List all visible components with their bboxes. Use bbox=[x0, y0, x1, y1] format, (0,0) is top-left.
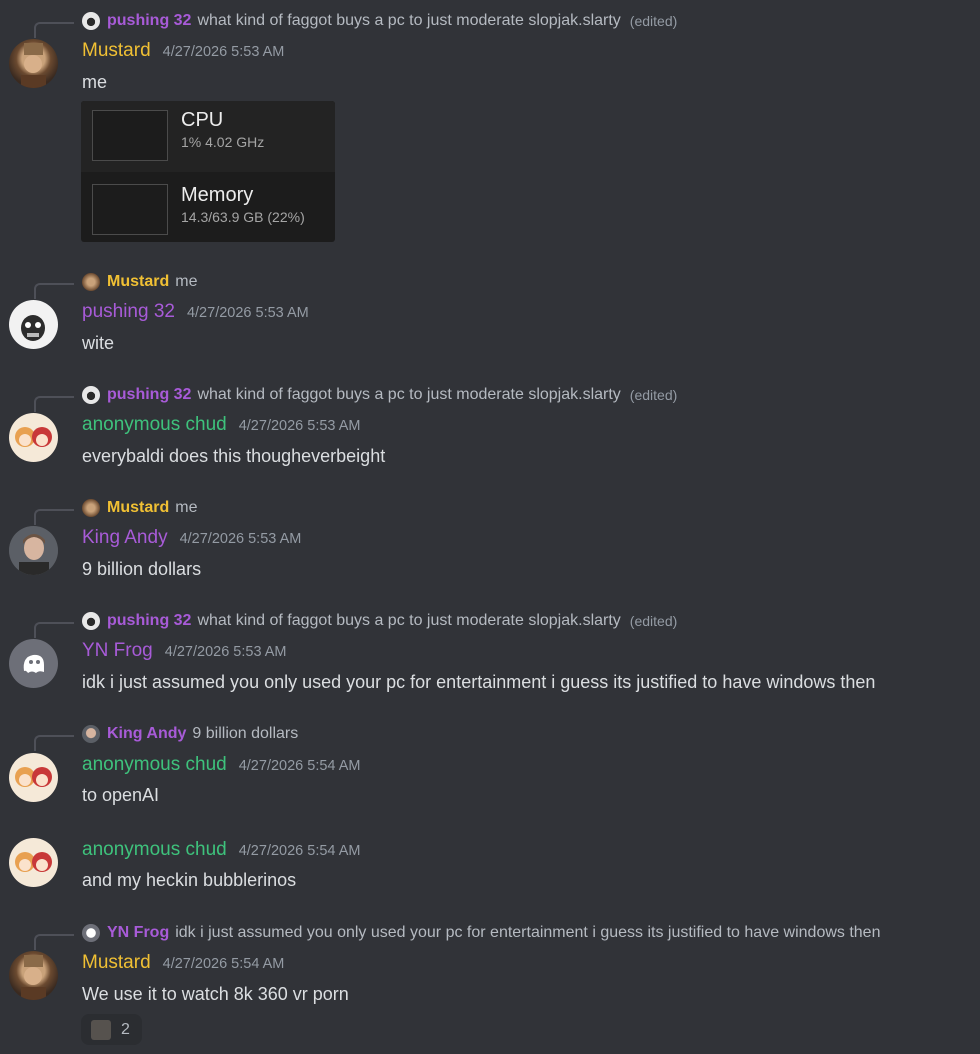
avatar-anonymous-chud[interactable] bbox=[9, 413, 58, 462]
reply-author[interactable]: Mustard bbox=[107, 273, 169, 291]
edited-label: (edited) bbox=[629, 613, 678, 629]
timestamp[interactable]: 4/27/2026 5:54 AM bbox=[163, 956, 285, 972]
reply-preview[interactable]: YN Frog idk i just assumed you only used… bbox=[82, 922, 880, 944]
avatar-anonymous-chud[interactable] bbox=[9, 838, 58, 887]
username[interactable]: pushing 32 bbox=[82, 301, 175, 323]
avatar-anonymous-chud[interactable] bbox=[9, 753, 58, 802]
reaction-button[interactable]: 2 bbox=[81, 1014, 142, 1045]
reply-text: me bbox=[175, 499, 198, 516]
username[interactable]: anonymous chud bbox=[82, 839, 227, 861]
reply-text: what kind of faggot buys a pc to just mo… bbox=[197, 12, 621, 29]
avatar-pushing32[interactable] bbox=[9, 300, 58, 349]
message-header: anonymous chud 4/27/2026 5:54 AM bbox=[82, 839, 360, 865]
timestamp[interactable]: 4/27/2026 5:54 AM bbox=[239, 843, 361, 859]
username[interactable]: King Andy bbox=[82, 527, 168, 549]
cpu-sub: 1% 4.02 GHz bbox=[181, 134, 265, 150]
avatar-yn-frog-mini bbox=[82, 924, 100, 942]
avatar-pushing32-mini bbox=[82, 612, 100, 630]
edited-label: (edited) bbox=[629, 13, 678, 29]
reply-author[interactable]: pushing 32 bbox=[107, 386, 191, 404]
message-header: anonymous chud 4/27/2026 5:53 AM bbox=[82, 414, 360, 440]
reply-author[interactable]: Mustard bbox=[107, 499, 169, 517]
reply-text: idk i just assumed you only used your pc… bbox=[175, 924, 881, 941]
memory-graph bbox=[92, 184, 168, 235]
timestamp[interactable]: 4/27/2026 5:53 AM bbox=[239, 418, 361, 434]
message-header: Mustard 4/27/2026 5:54 AM bbox=[82, 952, 284, 978]
reply-connector bbox=[34, 622, 74, 638]
username[interactable]: Mustard bbox=[82, 952, 151, 974]
avatar-king-andy-mini bbox=[82, 725, 100, 743]
message-content: We use it to watch 8k 360 vr porn bbox=[82, 984, 349, 1004]
avatar-king-andy[interactable] bbox=[9, 526, 58, 575]
reply-author[interactable]: pushing 32 bbox=[107, 12, 191, 30]
cpu-label: CPU bbox=[181, 109, 224, 131]
username[interactable]: anonymous chud bbox=[82, 414, 227, 436]
reply-preview[interactable]: pushing 32 what kind of faggot buys a pc… bbox=[82, 384, 677, 406]
message-content: wite bbox=[82, 333, 115, 353]
reply-connector bbox=[34, 735, 74, 751]
timestamp[interactable]: 4/27/2026 5:53 AM bbox=[165, 644, 287, 660]
message-header: pushing 32 4/27/2026 5:53 AM bbox=[82, 301, 309, 327]
memory-sub: 14.3/63.9 GB (22%) bbox=[181, 209, 305, 225]
reply-connector bbox=[34, 22, 74, 38]
reply-preview[interactable]: pushing 32 what kind of faggot buys a pc… bbox=[82, 10, 677, 32]
reply-text: what kind of faggot buys a pc to just mo… bbox=[197, 386, 621, 403]
message-content: me bbox=[82, 72, 108, 92]
reply-text: what kind of faggot buys a pc to just mo… bbox=[197, 612, 621, 629]
message-header: YN Frog 4/27/2026 5:53 AM bbox=[82, 640, 287, 666]
message-content: 9 billion dollars bbox=[82, 559, 202, 579]
reply-author[interactable]: pushing 32 bbox=[107, 612, 191, 630]
username[interactable]: YN Frog bbox=[82, 640, 153, 662]
avatar-mustard[interactable] bbox=[9, 39, 58, 88]
timestamp[interactable]: 4/27/2026 5:54 AM bbox=[239, 758, 361, 774]
edited-label: (edited) bbox=[629, 387, 678, 403]
avatar-mustard[interactable] bbox=[9, 951, 58, 1000]
reply-author[interactable]: YN Frog bbox=[107, 924, 169, 942]
reply-preview[interactable]: Mustard me bbox=[82, 497, 197, 519]
message-header: Mustard 4/27/2026 5:53 AM bbox=[82, 40, 284, 66]
avatar-pushing32-mini bbox=[82, 12, 100, 30]
avatar-pushing32-mini bbox=[82, 386, 100, 404]
reaction-count: 2 bbox=[121, 1020, 130, 1038]
timestamp[interactable]: 4/27/2026 5:53 AM bbox=[163, 44, 285, 60]
reply-preview[interactable]: pushing 32 what kind of faggot buys a pc… bbox=[82, 610, 677, 632]
message-content: to openAI bbox=[82, 785, 160, 805]
username[interactable]: anonymous chud bbox=[82, 754, 227, 776]
custom-emoji-icon bbox=[91, 1019, 111, 1040]
avatar-yn-frog[interactable] bbox=[9, 639, 58, 688]
reply-connector bbox=[34, 396, 74, 412]
reply-connector bbox=[34, 509, 74, 525]
avatar-mustard-mini bbox=[82, 273, 100, 291]
message-header: King Andy 4/27/2026 5:53 AM bbox=[82, 527, 301, 553]
reply-text: me bbox=[175, 273, 198, 290]
message-header: anonymous chud 4/27/2026 5:54 AM bbox=[82, 754, 360, 780]
reply-preview[interactable]: Mustard me bbox=[82, 271, 197, 293]
message-content: idk i just assumed you only used your pc… bbox=[82, 672, 876, 692]
avatar-mustard-mini bbox=[82, 499, 100, 517]
reply-preview[interactable]: King Andy 9 billion dollars bbox=[82, 723, 298, 745]
message-content: and my heckin bubblerinos bbox=[82, 870, 297, 890]
reply-text: 9 billion dollars bbox=[192, 725, 299, 742]
cpu-graph bbox=[92, 110, 168, 161]
reply-author[interactable]: King Andy bbox=[107, 725, 186, 743]
timestamp[interactable]: 4/27/2026 5:53 AM bbox=[187, 305, 309, 321]
memory-label: Memory bbox=[181, 184, 254, 206]
username[interactable]: Mustard bbox=[82, 40, 151, 62]
reply-connector bbox=[34, 283, 74, 299]
timestamp[interactable]: 4/27/2026 5:53 AM bbox=[180, 531, 302, 547]
message-content: everybaldi does this thougheverbeight bbox=[82, 446, 386, 466]
image-attachment[interactable]: CPU 1% 4.02 GHz Memory 14.3/63.9 GB (22%… bbox=[81, 101, 335, 242]
reply-connector bbox=[34, 934, 74, 950]
